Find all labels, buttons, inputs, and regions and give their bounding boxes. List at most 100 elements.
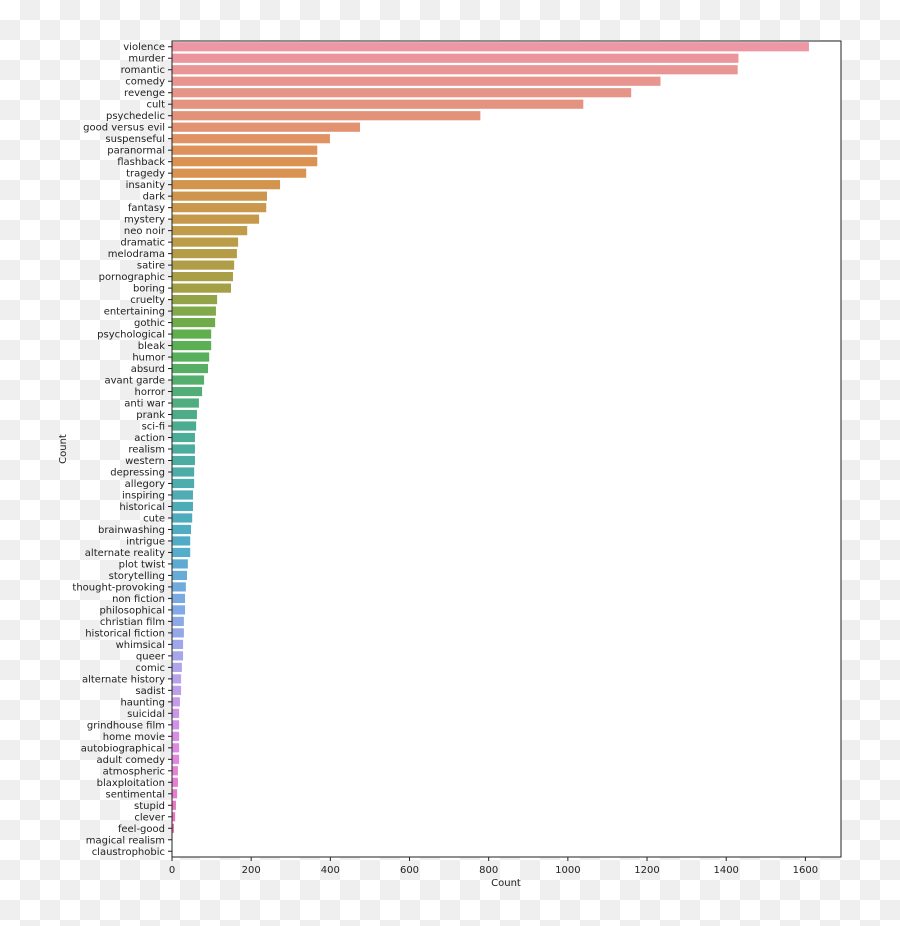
y-tick-label: entertaining [104, 307, 165, 318]
bar-autobiographical [172, 743, 180, 753]
y-tick-label: christian film [100, 617, 165, 628]
y-tick-label: haunting [120, 697, 165, 708]
y-tick-label: gothic [134, 318, 165, 329]
y-tick-label: clever [134, 812, 165, 823]
y-tick-label: autobiographical [81, 743, 165, 754]
bar-dark [172, 191, 268, 201]
y-tick-label: violence [123, 42, 165, 53]
y-tick-label: bleak [138, 341, 165, 352]
y-tick-label: sentimental [106, 789, 165, 800]
y-tick-label: plot twist [119, 559, 165, 570]
bar-gothic [172, 317, 216, 328]
y-tick-label: claustrophobic [92, 847, 165, 858]
x-tick-label: 800 [479, 865, 498, 876]
bar-sadist [172, 685, 182, 695]
bar-philosophical [172, 605, 186, 615]
y-tick-label: queer [136, 651, 166, 662]
y-tick-label: home movie [103, 732, 165, 743]
bar-prank [172, 409, 197, 420]
y-tick-label: depressing [110, 467, 165, 478]
y-tick-label: adult comedy [97, 755, 166, 766]
bar-storytelling [172, 570, 188, 581]
y-tick-label: cute [143, 513, 165, 524]
bar-murder [172, 53, 739, 63]
bar-plot-twist [172, 559, 188, 569]
bar-dramatic [172, 237, 239, 247]
y-tick-label: suspenseful [105, 134, 165, 145]
bar-western [172, 455, 195, 466]
bar-insanity [172, 180, 281, 190]
bar-inspiring [172, 490, 193, 500]
bar-depressing [172, 467, 195, 477]
y-tick-label: horror [134, 387, 165, 398]
y-axis-label: Count [58, 434, 69, 464]
bar-home-movie [172, 731, 180, 741]
y-tick-label: romantic [121, 65, 165, 76]
y-tick-label: sadist [135, 686, 165, 697]
y-tick-label: paranormal [107, 146, 165, 157]
y-axis-ticks: violencemurderromanticcomedyrevengecultp… [72, 42, 172, 858]
y-tick-label: action [134, 433, 165, 444]
bar-violence [172, 42, 809, 52]
y-tick-label: humor [132, 353, 166, 364]
bar-realism [172, 444, 195, 454]
y-tick-label: insanity [126, 180, 165, 191]
bar-neo-noir [172, 226, 248, 236]
bar-avant-garde [172, 375, 205, 385]
bar-thought-provoking [172, 582, 186, 592]
bar-tragedy [172, 168, 307, 178]
y-tick-label: melodrama [108, 249, 165, 260]
bar-fantasy [172, 203, 267, 213]
bar-entertaining [172, 306, 216, 316]
y-tick-label: absurd [131, 364, 165, 375]
bar-cruelty [172, 294, 218, 305]
bar-horror [172, 386, 203, 397]
y-tick-label: comedy [125, 77, 165, 88]
y-tick-label: storytelling [109, 571, 165, 582]
bar-haunting [172, 697, 180, 707]
x-axis-label: Count [491, 878, 521, 889]
bar-cute [172, 513, 193, 523]
bar-adult-comedy [172, 754, 180, 764]
bar-whimsical [172, 639, 184, 649]
y-tick-label: flashback [117, 157, 165, 168]
y-tick-label: cult [146, 100, 165, 111]
bar-historical [172, 501, 193, 512]
y-tick-label: atmospheric [103, 766, 165, 777]
bar-anti-war [172, 398, 199, 408]
x-tick-label: 600 [400, 865, 419, 876]
y-tick-label: allegory [125, 479, 165, 490]
y-tick-label: western [125, 456, 165, 467]
y-tick-label: avant garde [104, 376, 165, 387]
bar-bleak [172, 340, 212, 351]
bar-suspenseful [172, 134, 330, 144]
y-tick-label: realism [128, 445, 165, 456]
bar-paranormal [172, 145, 318, 155]
x-tick-label: 1200 [634, 865, 659, 876]
y-tick-label: pornographic [99, 272, 165, 283]
y-tick-label: stupid [134, 801, 165, 812]
y-tick-label: alternate reality [85, 548, 165, 559]
y-tick-label: sci-fi [142, 422, 165, 433]
y-tick-label: revenge [124, 88, 165, 99]
bar-intrigue [172, 536, 191, 546]
y-tick-label: fantasy [128, 203, 165, 214]
y-tick-label: suicidal [127, 709, 165, 720]
y-tick-label: neo noir [124, 226, 166, 237]
bar-grindhouse-film [172, 720, 180, 730]
bar-blaxploitation [172, 777, 178, 787]
bar-alternate-history [172, 674, 182, 684]
y-tick-label: dark [143, 192, 166, 203]
y-tick-label: historical fiction [85, 628, 165, 639]
y-tick-label: boring [133, 284, 165, 295]
bar-psychological [172, 329, 212, 339]
bar-revenge [172, 88, 632, 98]
bar-queer [172, 651, 184, 661]
y-tick-label: tragedy [126, 169, 165, 180]
y-tick-label: dramatic [120, 238, 165, 249]
y-tick-label: non fiction [112, 594, 165, 605]
bar-chart: violencemurderromanticcomedyrevengecultp… [58, 40, 842, 889]
bar-absurd [172, 363, 209, 374]
y-tick-label: satire [137, 261, 165, 272]
bar-pornographic [172, 272, 233, 282]
